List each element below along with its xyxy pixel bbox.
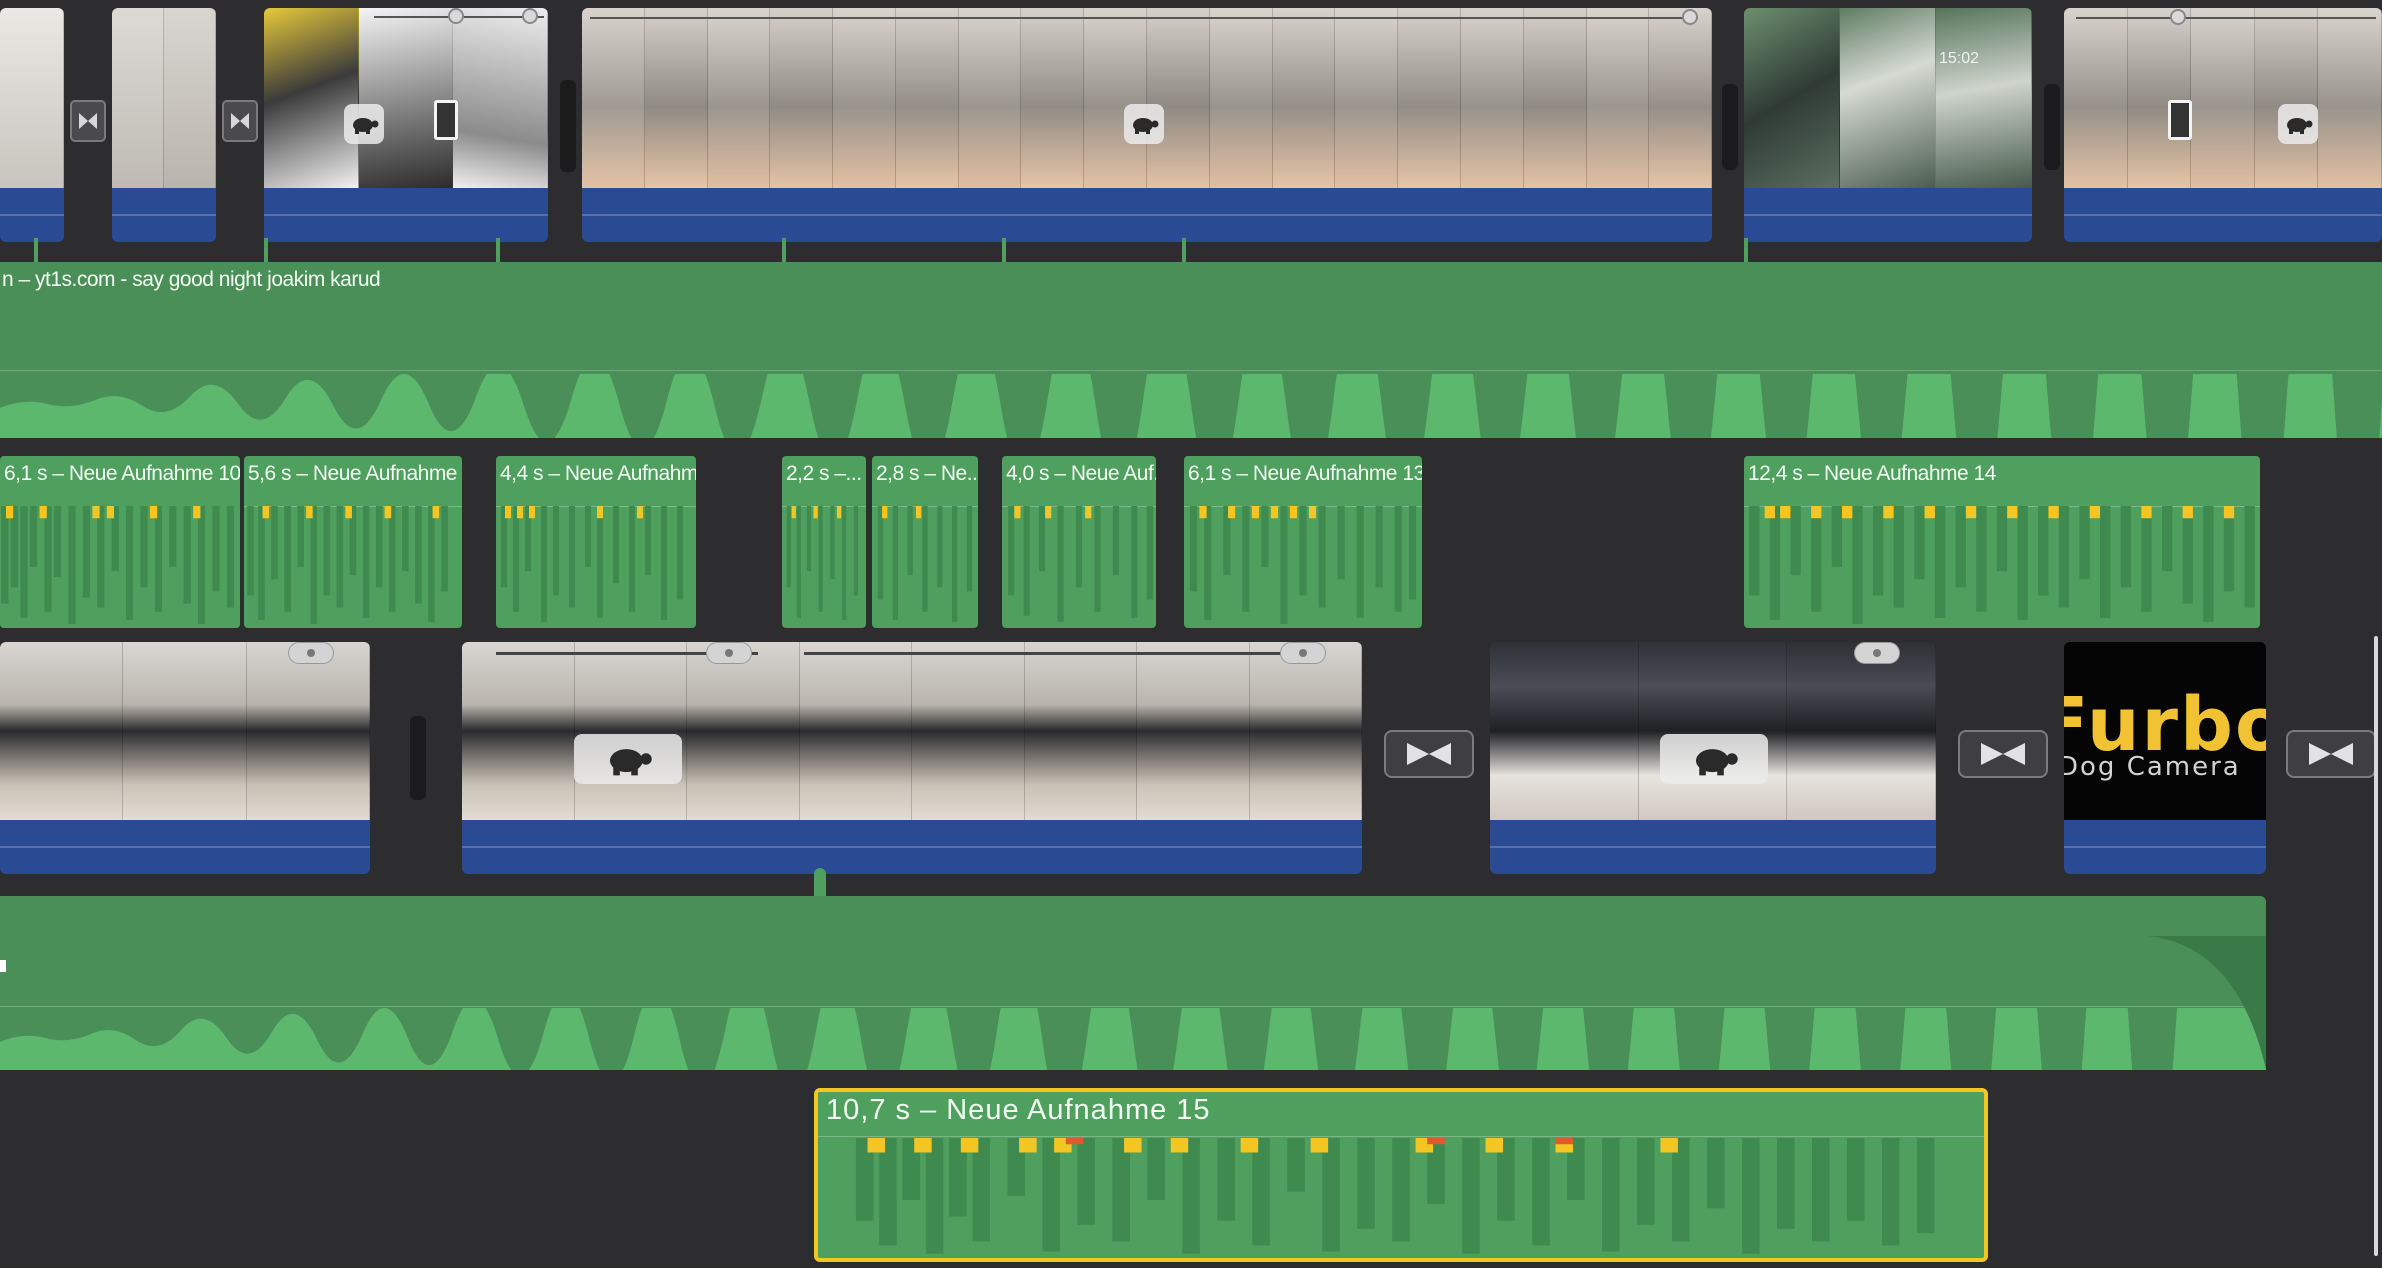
video-clip-1[interactable] bbox=[0, 8, 64, 242]
video-clip-5[interactable]: 15:02 bbox=[1744, 8, 2032, 242]
video-clip-3[interactable] bbox=[264, 8, 548, 242]
bowtie-transition-icon bbox=[231, 113, 249, 129]
voice-clip-label: 12,4 s – Neue Aufnahme 14 bbox=[1748, 462, 1996, 485]
video-clip-2[interactable] bbox=[112, 8, 216, 242]
clip-edge-handle[interactable] bbox=[2044, 84, 2060, 170]
video-clip-7[interactable] bbox=[0, 642, 370, 874]
transition-2[interactable] bbox=[222, 100, 258, 142]
voice-clip-short-b[interactable]: 2,8 s – Ne... bbox=[872, 456, 978, 628]
connector-tick bbox=[1182, 238, 1186, 264]
turtle-icon[interactable] bbox=[2278, 104, 2318, 144]
voice-clip-short-a[interactable]: 2,2 s –... bbox=[782, 456, 866, 628]
connector-tick bbox=[782, 238, 786, 264]
connector-tick bbox=[1002, 238, 1006, 264]
volume-knob-icon[interactable] bbox=[1854, 642, 1900, 664]
turtle-icon[interactable] bbox=[344, 104, 384, 144]
turtle-icon[interactable] bbox=[1124, 104, 1164, 144]
voice-clip-label: 4,4 s – Neue Aufnahme... bbox=[500, 462, 696, 485]
title-clip-subtitle: Dog Camera bbox=[2064, 752, 2241, 782]
background-music-clip[interactable]: n – yt1s.com - say good night joakim kar… bbox=[0, 262, 2382, 438]
voice-clip-11[interactable]: 5,6 s – Neue Aufnahme 11 bbox=[244, 456, 462, 628]
video-clip-9[interactable] bbox=[1490, 642, 1936, 874]
bowtie-transition-icon bbox=[1981, 743, 2025, 765]
volume-keyframe-icon[interactable] bbox=[2170, 9, 2186, 25]
connector-tick bbox=[496, 238, 500, 264]
music-waveform bbox=[0, 1008, 2266, 1070]
connector-tick bbox=[264, 238, 268, 264]
transition-4[interactable] bbox=[1958, 730, 2048, 778]
phone-time: 15:02 bbox=[1939, 50, 1980, 67]
music-waveform bbox=[0, 374, 2382, 438]
transition-1[interactable] bbox=[70, 100, 106, 142]
volume-knob-icon[interactable] bbox=[706, 642, 752, 664]
film-icon bbox=[434, 100, 458, 140]
voice-clip-15-selected[interactable]: 10,7 s – Neue Aufnahme 15 bbox=[814, 1088, 1988, 1262]
vertical-scrollbar[interactable] bbox=[2374, 636, 2378, 1256]
clip-edge-handle[interactable] bbox=[560, 80, 576, 172]
volume-keyframe-icon[interactable] bbox=[522, 8, 538, 24]
bowtie-transition-icon bbox=[2309, 743, 2353, 765]
title-clip-furbo[interactable]: Furbo Dog Camera bbox=[2064, 642, 2266, 874]
fade-out-handle[interactable] bbox=[2148, 936, 2266, 1070]
voice-clip-label: 2,2 s –... bbox=[786, 462, 862, 485]
voice-clip-label: 6,1 s – Neue Aufnahme 13 bbox=[1188, 462, 1422, 485]
music-track-2[interactable] bbox=[0, 896, 2266, 1070]
voice-clip-label: 6,1 s – Neue Aufnahme 10 bbox=[4, 462, 240, 485]
volume-keyframe-icon[interactable] bbox=[1682, 9, 1698, 25]
volume-knob-icon[interactable] bbox=[288, 642, 334, 664]
voice-clip-12[interactable]: 4,4 s – Neue Aufnahme... bbox=[496, 456, 696, 628]
turtle-icon[interactable] bbox=[574, 734, 682, 784]
volume-knob-icon[interactable] bbox=[1280, 642, 1326, 664]
clip-edge-marker[interactable] bbox=[0, 960, 6, 972]
voice-clip-label: 2,8 s – Ne... bbox=[876, 462, 978, 485]
video-clip-4[interactable] bbox=[582, 8, 1712, 242]
transition-3[interactable] bbox=[1384, 730, 1474, 778]
bowtie-transition-icon bbox=[79, 113, 97, 129]
voice-clip-10[interactable]: 6,1 s – Neue Aufnahme 10 bbox=[0, 456, 240, 628]
video-clip-8[interactable] bbox=[462, 642, 1362, 874]
voice-clip-label: 4,0 s – Neue Auf... bbox=[1006, 462, 1156, 485]
voice-clip-13[interactable]: 6,1 s – Neue Aufnahme 13 bbox=[1184, 456, 1422, 628]
volume-keyframe-icon[interactable] bbox=[448, 8, 464, 24]
bowtie-transition-icon bbox=[1407, 743, 1451, 765]
transition-5[interactable] bbox=[2286, 730, 2376, 778]
connector-tick bbox=[1744, 238, 1748, 264]
turtle-icon[interactable] bbox=[1660, 734, 1768, 784]
connector-tick bbox=[34, 238, 38, 264]
clip-edge-handle[interactable] bbox=[1722, 84, 1738, 170]
film-icon bbox=[2168, 100, 2192, 140]
connector-tick bbox=[814, 868, 826, 898]
video-clip-6[interactable] bbox=[2064, 8, 2382, 242]
music-clip-label: n – yt1s.com - say good night joakim kar… bbox=[2, 268, 381, 291]
voice-clip-short-c[interactable]: 4,0 s – Neue Auf... bbox=[1002, 456, 1156, 628]
voice-clip-label: 5,6 s – Neue Aufnahme 11 bbox=[248, 462, 462, 485]
voice-clip-14[interactable]: 12,4 s – Neue Aufnahme 14 bbox=[1744, 456, 2260, 628]
selected-clip-label: 10,7 s – Neue Aufnahme 15 bbox=[826, 1094, 1211, 1126]
clip-edge-handle[interactable] bbox=[410, 716, 426, 800]
